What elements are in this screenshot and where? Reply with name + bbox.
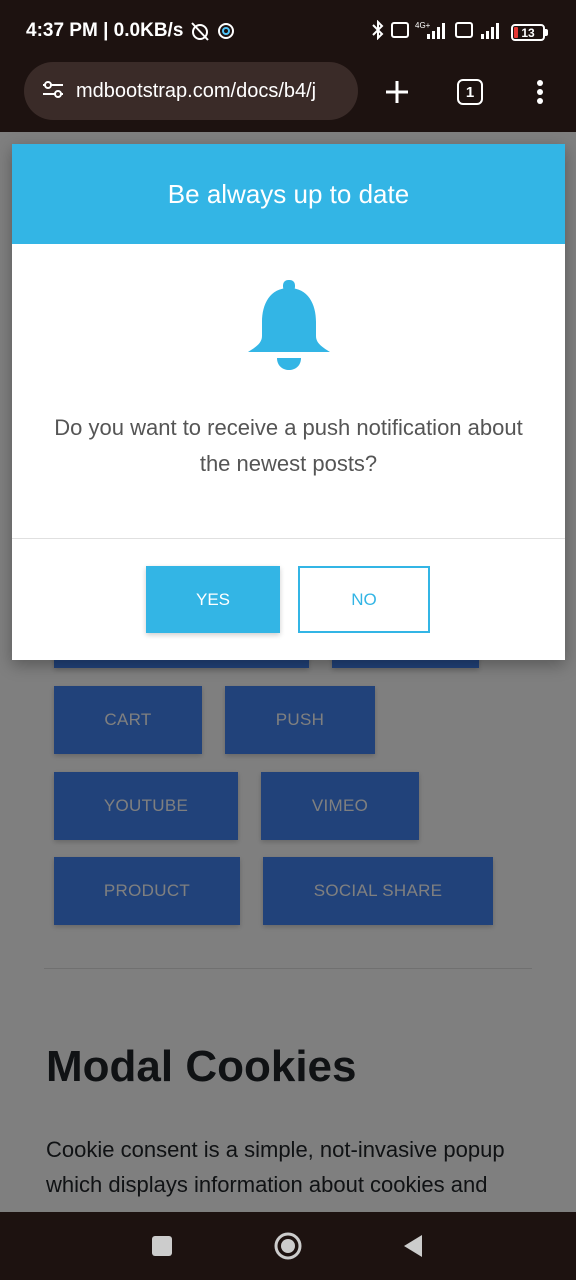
site-settings-icon[interactable] xyxy=(42,79,64,104)
volte-icon xyxy=(391,22,409,43)
tab-count: 1 xyxy=(457,79,483,105)
battery-level: 13 xyxy=(521,25,535,40)
signal-4g-icon: 4G+ xyxy=(415,20,449,45)
new-tab-button[interactable] xyxy=(377,72,417,112)
time-and-speed: 4:37 PM | 0.0KB/s xyxy=(26,20,184,41)
bell-icon xyxy=(248,280,330,370)
battery-icon: 13 xyxy=(511,24,548,41)
browser-toolbar: mdbootstrap.com/docs/b4/j 1 xyxy=(0,62,576,132)
menu-button[interactable] xyxy=(520,72,560,112)
back-triangle-icon xyxy=(404,1235,422,1257)
yes-button[interactable]: YES xyxy=(146,566,280,633)
signal-icon xyxy=(479,20,505,45)
status-right: 4G+ 13 xyxy=(371,19,548,45)
more-vert-icon xyxy=(537,80,543,104)
plus-icon xyxy=(386,81,408,103)
modal-message: Do you want to receive a push notificati… xyxy=(54,415,523,476)
status-left: 4:37 PM | 0.0KB/s xyxy=(26,20,235,42)
app-notification-icon xyxy=(217,22,235,40)
modal-title: Be always up to date xyxy=(167,178,410,209)
modal-header: Be always up to date xyxy=(12,144,565,244)
home-circle-icon xyxy=(274,1232,302,1260)
square-icon xyxy=(152,1236,172,1256)
svg-text:4G+: 4G+ xyxy=(415,21,431,30)
alarm-off-icon xyxy=(189,20,211,42)
push-notification-modal: Be always up to date Do you want to rece… xyxy=(12,144,565,660)
volte-icon-2 xyxy=(455,22,473,43)
back-button[interactable] xyxy=(395,1228,431,1264)
bluetooth-icon xyxy=(371,19,385,45)
url-text[interactable]: mdbootstrap.com/docs/b4/j xyxy=(76,80,316,103)
modal-divider xyxy=(12,538,565,539)
tab-switcher-button[interactable]: 1 xyxy=(450,72,490,112)
no-button[interactable]: NO xyxy=(298,566,430,633)
address-bar[interactable]: mdbootstrap.com/docs/b4/j xyxy=(24,62,358,120)
home-button[interactable] xyxy=(270,1228,306,1264)
modal-body: Do you want to receive a push notificati… xyxy=(12,244,565,538)
status-bar: 4:37 PM | 0.0KB/s 4G+ 13 xyxy=(0,0,576,62)
recents-button[interactable] xyxy=(144,1228,180,1264)
system-nav-bar xyxy=(0,1212,576,1280)
